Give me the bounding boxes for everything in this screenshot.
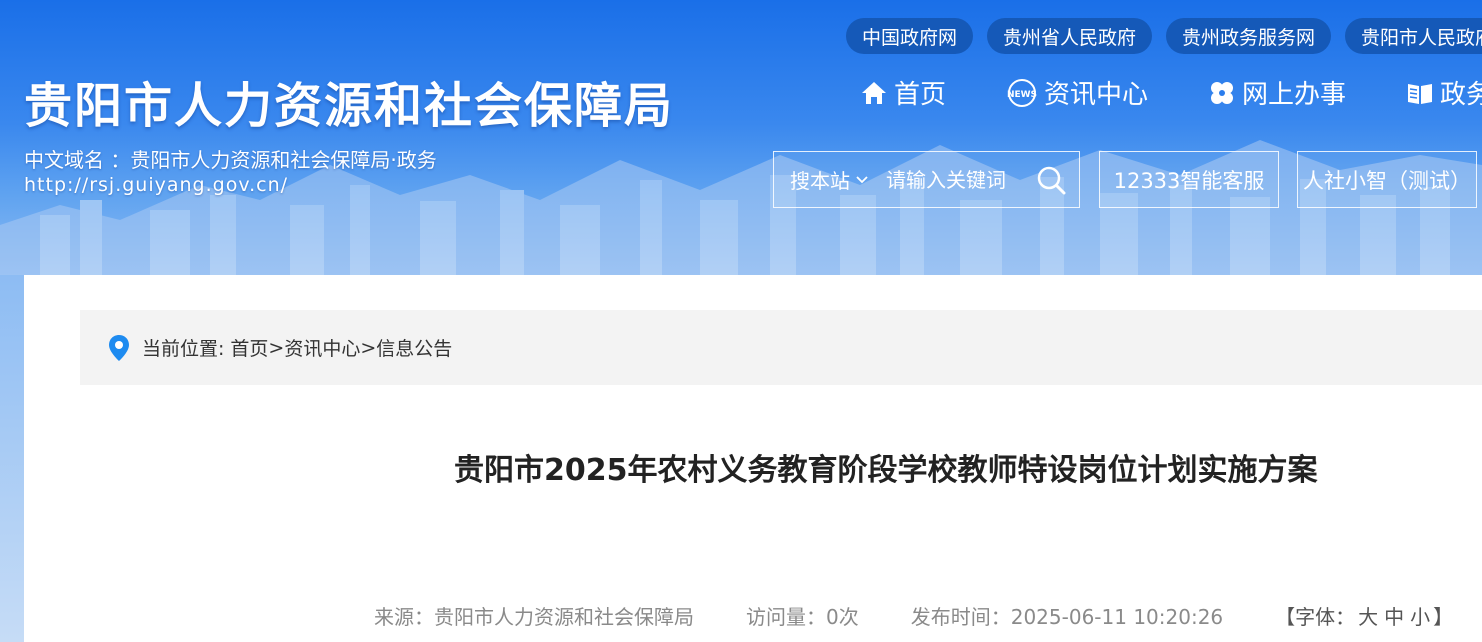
search-box: 搜本站 bbox=[773, 151, 1080, 208]
nav-item-gov-affairs[interactable]: 政务公开 bbox=[1406, 74, 1482, 111]
chevron-down-icon bbox=[856, 172, 868, 188]
gov-links-bar: 中国政府网 贵州省人民政府 贵州政务服务网 贵阳市人民政府 bbox=[846, 18, 1482, 54]
header-banner: 贵阳市人力资源和社会保障局 中文域名 ：贵阳市人力资源和社会保障局·政务 htt… bbox=[0, 0, 1482, 275]
article-title: 贵阳市2025年农村义务教育阶段学校教师特设岗位计划实施方案 bbox=[454, 453, 1318, 488]
news-icon: NEWS bbox=[1006, 78, 1038, 107]
breadcrumb-announcements[interactable]: 信息公告 bbox=[376, 334, 452, 361]
article-views: 访问量：0次 bbox=[746, 605, 859, 629]
search-icon[interactable] bbox=[1036, 165, 1066, 195]
location-pin-icon bbox=[108, 334, 130, 362]
site-url: http://rsj.guiyang.gov.cn/ bbox=[24, 174, 289, 196]
main-content: 当前位置: 首页 > 资讯中心 > 信息公告 贵阳市2025年农村义务教育阶段学… bbox=[24, 275, 1482, 642]
gov-link-city[interactable]: 贵阳市人民政府 bbox=[1345, 18, 1482, 54]
nav-item-news[interactable]: NEWS 资讯中心 bbox=[1006, 74, 1148, 111]
gov-link-central[interactable]: 中国政府网 bbox=[846, 18, 974, 54]
nav-item-label: 网上办事 bbox=[1242, 80, 1347, 110]
chinese-domain-label: 中文域名 ：贵阳市人力资源和社会保障局·政务 bbox=[24, 148, 437, 172]
font-large-button[interactable]: 大 bbox=[1358, 605, 1378, 629]
font-size-label-close: 】 bbox=[1433, 605, 1454, 629]
assistant-button[interactable]: 人社小智（测试） bbox=[1297, 151, 1477, 208]
side-background bbox=[0, 275, 24, 642]
search-scope-dropdown[interactable]: 搜本站 bbox=[774, 165, 868, 194]
font-size-control: 【字体：大中小】 bbox=[1275, 601, 1453, 630]
font-small-button[interactable]: 小 bbox=[1410, 605, 1430, 629]
font-size-label-open: 【字体： bbox=[1275, 605, 1356, 629]
breadcrumb-news-center[interactable]: 资讯中心 bbox=[284, 334, 360, 361]
nav-item-home[interactable]: 首页 bbox=[860, 74, 946, 111]
nav-item-label: 政务公开 bbox=[1440, 80, 1482, 110]
search-scope-label: 搜本站 bbox=[790, 169, 850, 193]
breadcrumb-separator: > bbox=[360, 336, 377, 359]
article-source: 来源：贵阳市人力资源和社会保障局 bbox=[374, 605, 694, 629]
breadcrumb: 当前位置: 首页 > 资讯中心 > 信息公告 bbox=[80, 310, 1482, 385]
article-meta: 来源：贵阳市人力资源和社会保障局 访问量：0次 发布时间：2025-06-11 … bbox=[374, 601, 1453, 630]
main-nav: 首页 NEWS 资讯中心 网上办事 政务公开 bbox=[860, 74, 1482, 111]
nav-item-online-service[interactable]: 网上办事 bbox=[1208, 74, 1346, 111]
book-icon bbox=[1406, 80, 1434, 106]
article-publish-time: 发布时间：2025-06-11 10:20:26 bbox=[910, 605, 1224, 629]
gov-link-province[interactable]: 贵州省人民政府 bbox=[987, 18, 1153, 54]
font-medium-button[interactable]: 中 bbox=[1384, 605, 1404, 629]
gov-link-service[interactable]: 贵州政务服务网 bbox=[1166, 18, 1332, 54]
svg-text:NEWS: NEWS bbox=[1007, 90, 1037, 100]
nav-item-label: 资讯中心 bbox=[1044, 80, 1149, 110]
site-title[interactable]: 贵阳市人力资源和社会保障局 bbox=[24, 66, 674, 136]
hotline-12333-button[interactable]: 12333智能客服 bbox=[1099, 151, 1279, 208]
service-icon bbox=[1208, 79, 1236, 107]
search-input[interactable] bbox=[886, 167, 1026, 192]
breadcrumb-separator: > bbox=[268, 336, 285, 359]
home-icon bbox=[860, 80, 888, 106]
breadcrumb-prefix: 当前位置: bbox=[142, 338, 225, 360]
nav-item-label: 首页 bbox=[894, 80, 947, 110]
breadcrumb-home[interactable]: 首页 bbox=[230, 334, 268, 361]
